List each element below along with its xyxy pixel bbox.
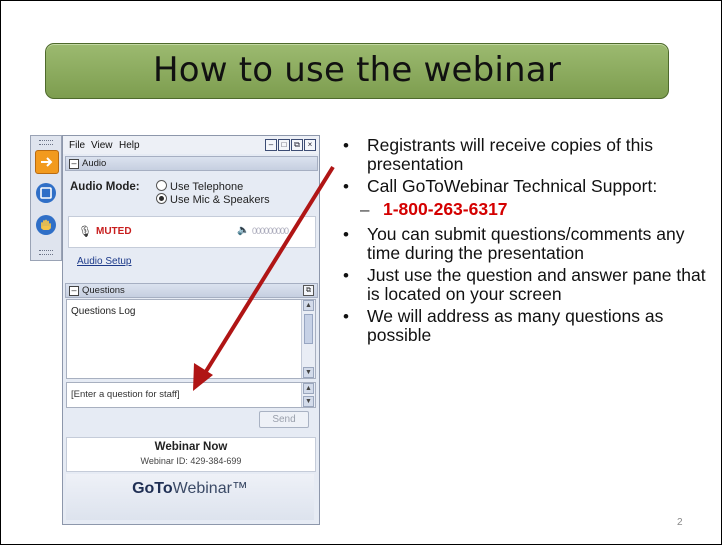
bullet-item: • We will address as many questions as po… bbox=[341, 307, 711, 345]
bullet-text: Registrants will receive copies of this … bbox=[367, 135, 653, 174]
bullet-item: • Just use the question and answer pane t… bbox=[341, 266, 711, 304]
bullet-dot-icon: • bbox=[343, 136, 349, 155]
bullet-item: • Call GoToWebinar Technical Support: bbox=[341, 176, 711, 197]
bullet-item: • You can submit questions/comments any t… bbox=[341, 225, 711, 263]
bullet-text: We will address as many questions as pos… bbox=[367, 306, 664, 345]
bullet-item: • Registrants will receive copies of this… bbox=[341, 136, 711, 174]
bullet-text: Call GoToWebinar Technical Support: bbox=[367, 176, 658, 196]
page-number: 2 bbox=[677, 517, 683, 528]
bullet-text: You can submit questions/comments any ti… bbox=[367, 224, 685, 263]
bullet-dot-icon: • bbox=[343, 177, 349, 196]
support-phone: 1-800-263-6317 bbox=[383, 199, 508, 219]
sub-bullet-phone: –1-800-263-6317 bbox=[341, 199, 711, 220]
bullet-text: Just use the question and answer pane th… bbox=[367, 265, 706, 304]
bullet-dot-icon: • bbox=[343, 266, 349, 285]
slide: How to use the webinar File View Help – □… bbox=[0, 0, 722, 545]
bullet-dot-icon: • bbox=[343, 307, 349, 326]
bullet-list: • Registrants will receive copies of this… bbox=[341, 136, 711, 348]
dash-icon: – bbox=[360, 200, 370, 219]
bullet-dot-icon: • bbox=[343, 225, 349, 244]
